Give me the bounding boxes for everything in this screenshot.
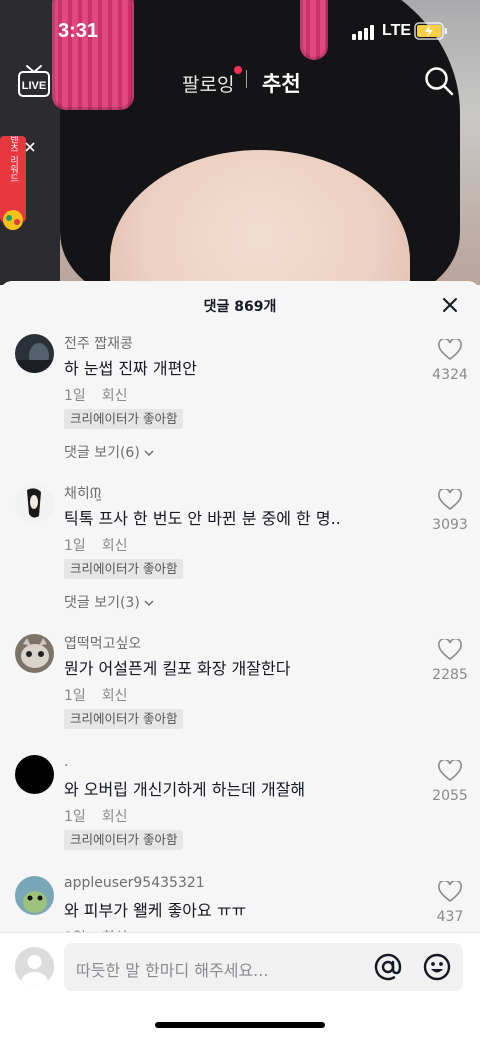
comment-meta: 1일 회신 (64, 385, 128, 405)
search-button[interactable] (424, 66, 454, 96)
tab-divider (246, 70, 247, 88)
creator-liked-badge: 크리에이터가 좋아함 (64, 409, 184, 429)
heart-icon (438, 760, 462, 782)
reply-button[interactable]: 회신 (102, 809, 128, 825)
comment-sheet-header: 댓글 869개 (0, 281, 480, 329)
comment-count-title: 댓글 869개 (203, 299, 277, 315)
status-bar: 3:31 LTE (0, 0, 480, 62)
comment-text: 틱톡 프사 한 번도 안 바뀐 분 중에 한 명.. (64, 509, 341, 528)
comment-username[interactable]: 엽떡먹고싶오 (64, 633, 141, 653)
like-button[interactable]: 2055 (426, 760, 474, 804)
reply-button[interactable]: 회신 (102, 388, 128, 404)
comment-username[interactable]: 전주 짭재콩 (64, 333, 133, 353)
svg-text:LIVE: LIVE (22, 80, 46, 92)
notification-dot (234, 66, 242, 74)
my-avatar[interactable] (15, 947, 54, 986)
view-replies-button[interactable]: 댓글 보기(3) (64, 592, 154, 612)
comment-text: 와 오버립 개신기하게 하는데 개잘해 (64, 780, 306, 799)
chevron-down-icon (144, 600, 154, 607)
heart-icon (438, 639, 462, 661)
like-button[interactable]: 3093 (426, 489, 474, 533)
avatar[interactable] (15, 755, 54, 794)
comment-age: 1일 (64, 388, 86, 404)
close-icon[interactable] (440, 295, 460, 315)
mention-icon[interactable] (374, 953, 402, 981)
comment-age: 1일 (64, 538, 86, 554)
emoji-icon[interactable] (423, 953, 451, 981)
top-navigation: LIVE 팔로잉 추천 (0, 58, 480, 104)
avatar[interactable] (15, 334, 54, 373)
comment-input-placeholder: 따듯한 말 한마디 해주세요... (76, 961, 269, 980)
creator-liked-badge: 크리에이터가 좋아함 (64, 559, 184, 579)
comment-item: 전주 짭재콩 하 눈썹 진짜 개편안 1일 회신 크리에이터가 좋아함 댓글 보기… (0, 329, 480, 479)
like-count: 2055 (432, 788, 468, 804)
svg-text:콘텐츠 리워드: 콘텐츠 리워드 (8, 136, 18, 182)
like-button[interactable]: 4324 (426, 339, 474, 383)
home-indicator[interactable] (155, 1022, 325, 1028)
heart-icon (438, 489, 462, 511)
comment-list[interactable]: 전주 짭재콩 하 눈썹 진짜 개편안 1일 회신 크리에이터가 좋아함 댓글 보기… (0, 329, 480, 933)
creator-liked-badge: 크리에이터가 좋아함 (64, 830, 184, 850)
live-tv-icon: LIVE (18, 65, 50, 97)
comment-username[interactable]: appleuser95435321 (64, 875, 205, 891)
comment-username[interactable]: 채히ᙏ̤̫ (64, 483, 101, 503)
view-replies-button[interactable]: 댓글 보기(6) (64, 442, 154, 462)
like-button[interactable]: 437 (426, 881, 474, 925)
like-count: 437 (436, 909, 464, 925)
comment-input[interactable]: 따듯한 말 한마디 해주세요... (64, 943, 463, 991)
comment-item: 채히ᙏ̤̫ 틱톡 프사 한 번도 안 바뀐 분 중에 한 명.. 1일 회신 크리… (0, 479, 480, 629)
comment-username[interactable]: . (64, 754, 68, 770)
comment-text: 뭔가 어설픈게 킬포 화장 개잘한다 (64, 659, 291, 678)
comment-age: 1일 (64, 809, 86, 825)
comment-sheet: 댓글 869개 전주 짭재콩 하 눈썹 진짜 개편안 1일 회신 크리에이터가 좋… (0, 281, 480, 1039)
chevron-down-icon (144, 450, 154, 457)
like-count: 2285 (432, 667, 468, 683)
signal-icon (352, 24, 374, 40)
comment-text: 하 눈썹 진짜 개편안 (64, 359, 198, 378)
reply-button[interactable]: 회신 (102, 538, 128, 554)
heart-icon (438, 339, 462, 361)
comment-age: 1일 (64, 688, 86, 704)
comment-meta: 1일 회신 (64, 685, 128, 705)
avatar[interactable] (15, 876, 54, 915)
comment-meta: 1일 회신 (64, 535, 128, 555)
search-icon (425, 67, 454, 96)
comment-item: appleuser95435321 와 피부가 왤케 좋아요 ㅠㅠ 1일회신 4… (0, 871, 480, 933)
comment-meta: 1일 회신 (64, 806, 128, 826)
comment-text: 와 피부가 왤케 좋아요 ㅠㅠ (64, 901, 247, 920)
comment-item: 엽떡먹고싶오 뭔가 어설픈게 킬포 화장 개잘한다 1일 회신 크리에이터가 좋아… (0, 629, 480, 749)
comment-item: . 와 오버립 개신기하게 하는데 개잘해 1일 회신 크리에이터가 좋아함 20… (0, 750, 480, 870)
promo-close-icon[interactable] (24, 140, 36, 154)
battery-charging-icon (414, 22, 447, 40)
like-button[interactable]: 2285 (426, 639, 474, 683)
tab-recommended[interactable]: 추천 (262, 68, 301, 98)
reply-button[interactable]: 회신 (102, 688, 128, 704)
like-count: 3093 (432, 517, 468, 533)
like-count: 4324 (432, 367, 468, 383)
tab-following[interactable]: 팔로잉 (182, 70, 234, 97)
default-avatar-icon (15, 947, 54, 986)
heart-icon (438, 881, 462, 903)
status-time: 3:31 (58, 20, 99, 42)
avatar[interactable] (15, 634, 54, 673)
live-button[interactable]: LIVE (16, 64, 52, 98)
creator-liked-badge: 크리에이터가 좋아함 (64, 709, 184, 729)
avatar[interactable] (15, 484, 54, 523)
network-type: LTE (382, 22, 412, 39)
